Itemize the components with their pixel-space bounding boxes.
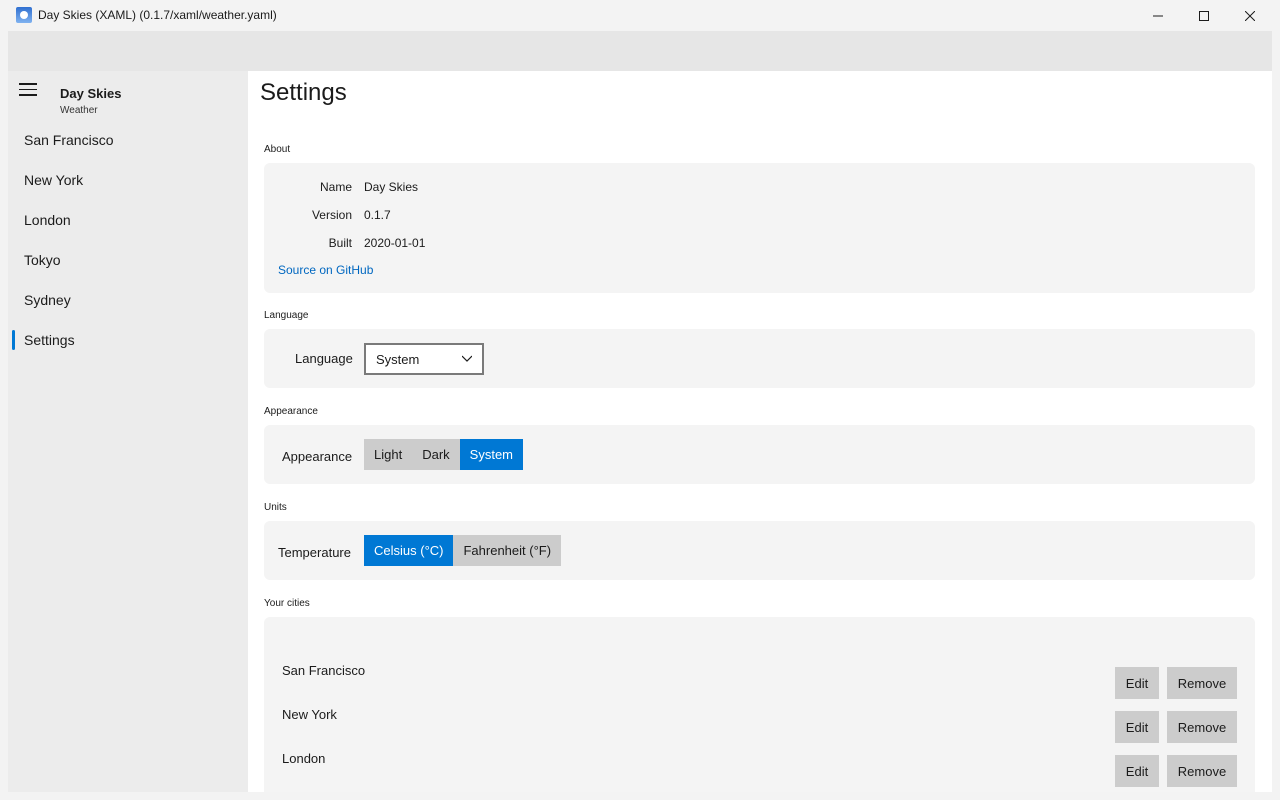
sidebar-nav: San Francisco New York London Tokyo Sydn… xyxy=(8,120,248,360)
sidebar-item-settings[interactable]: Settings xyxy=(8,320,248,360)
appearance-system-button[interactable]: System xyxy=(459,439,523,470)
close-button[interactable] xyxy=(1227,0,1273,31)
about-version-value: 0.1.7 xyxy=(364,208,391,222)
sidebar-item-sydney[interactable]: Sydney xyxy=(8,280,248,320)
cities-card: San Francisco Edit Remove New York Edit … xyxy=(264,617,1255,792)
city-name-new-york: New York xyxy=(282,707,337,722)
city-name-san-francisco: San Francisco xyxy=(282,663,366,678)
sidebar-item-new-york[interactable]: New York xyxy=(8,160,248,200)
appearance-light-button[interactable]: Light xyxy=(364,439,413,470)
sidebar-app-subtitle: Weather xyxy=(60,105,98,116)
sidebar-item-san-francisco[interactable]: San Francisco xyxy=(8,120,248,160)
section-about-label: About xyxy=(264,144,291,155)
language-label: Language xyxy=(295,351,353,366)
units-card: Temperature Celsius (°C) Fahrenheit (°F) xyxy=(264,521,1255,580)
chevron-down-icon xyxy=(462,355,472,362)
about-card: Name Day Skies Version 0.1.7 Built 2020-… xyxy=(264,163,1255,293)
source-on-github-link[interactable]: Source on GitHub xyxy=(278,263,373,277)
remove-london-button[interactable]: Remove xyxy=(1167,755,1237,787)
edit-london-button[interactable]: Edit xyxy=(1115,755,1159,787)
language-selected-value: System xyxy=(376,351,420,367)
sidebar-item-tokyo[interactable]: Tokyo xyxy=(8,240,248,280)
language-select[interactable]: System xyxy=(364,343,484,375)
app-logo-icon xyxy=(16,7,32,23)
minimize-icon xyxy=(1153,15,1163,16)
appearance-segmented-control: Light Dark System xyxy=(364,439,523,470)
fahrenheit-button[interactable]: Fahrenheit (°F) xyxy=(453,535,562,566)
temperature-segmented-control: Celsius (°C) Fahrenheit (°F) xyxy=(364,535,562,566)
sidebar-app-name: Day Skies xyxy=(60,86,122,101)
about-name-value: Day Skies xyxy=(364,180,419,194)
maximize-icon xyxy=(1199,10,1209,21)
maximize-button[interactable] xyxy=(1181,0,1227,31)
edit-san-francisco-button[interactable]: Edit xyxy=(1115,667,1159,699)
title-bar: Day Skies (XAML) (0.1.7/xaml/weather.yam… xyxy=(0,0,1280,31)
sidebar-item-london[interactable]: London xyxy=(8,200,248,240)
about-name-label: Name xyxy=(319,180,352,194)
section-units-label: Units xyxy=(264,502,287,513)
window-title: Day Skies (XAML) (0.1.7/xaml/weather.yam… xyxy=(38,8,277,22)
city-name-london: London xyxy=(282,751,326,766)
section-appearance-label: Appearance xyxy=(264,406,318,417)
appearance-label: Appearance xyxy=(282,449,353,464)
appearance-card: Appearance Light Dark System xyxy=(264,425,1255,484)
minimize-button[interactable] xyxy=(1135,0,1181,31)
remove-new-york-button[interactable]: Remove xyxy=(1167,711,1237,743)
about-built-value: 2020-01-01 xyxy=(364,236,426,250)
temperature-label: Temperature xyxy=(278,545,351,560)
close-icon xyxy=(1245,10,1255,21)
section-language-label: Language xyxy=(264,310,309,321)
appearance-dark-button[interactable]: Dark xyxy=(412,439,460,470)
main-content: Settings About Name Day Skies Version 0.… xyxy=(248,71,1272,792)
page-title: Settings xyxy=(260,79,347,106)
remove-san-francisco-button[interactable]: Remove xyxy=(1167,667,1237,699)
celsius-button[interactable]: Celsius (°C) xyxy=(364,535,454,566)
about-version-label: Version xyxy=(311,208,352,222)
hamburger-menu-icon[interactable] xyxy=(19,83,37,97)
sidebar: Day Skies Weather San Francisco New York… xyxy=(8,71,248,792)
about-built-label: Built xyxy=(328,236,352,250)
section-cities-label: Your cities xyxy=(264,598,310,609)
edit-new-york-button[interactable]: Edit xyxy=(1115,711,1159,743)
language-card: Language System xyxy=(264,329,1255,388)
top-band xyxy=(8,31,1272,71)
